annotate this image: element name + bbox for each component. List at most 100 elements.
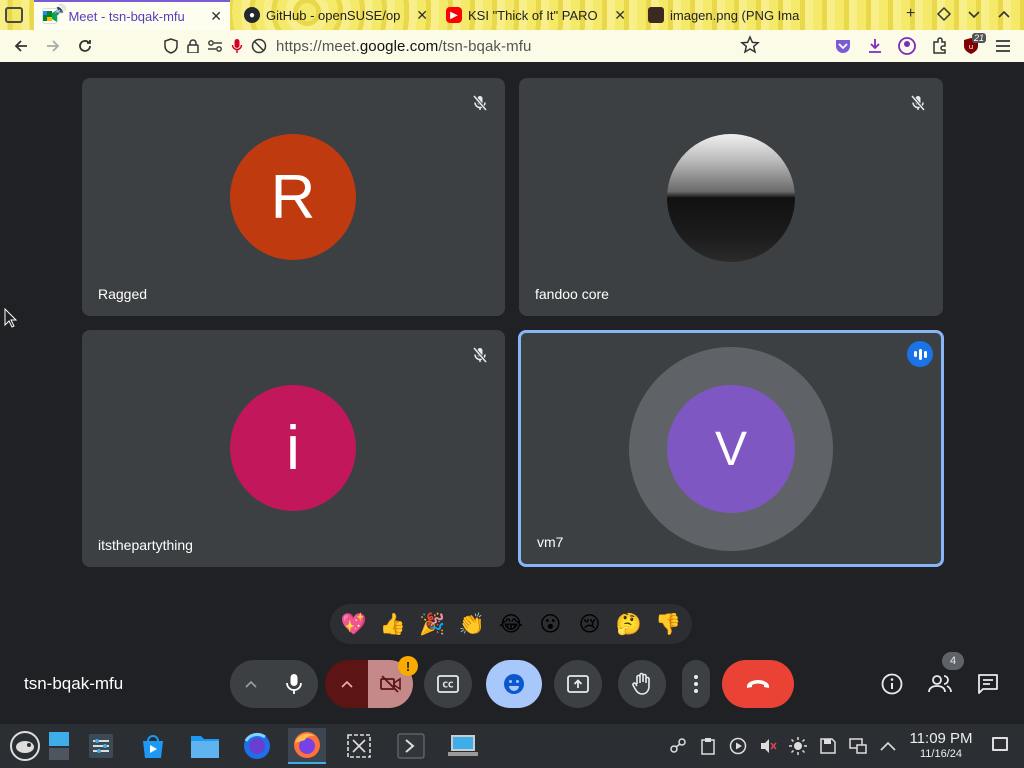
tab-title: GitHub - openSUSE/op — [266, 7, 401, 23]
captions-button[interactable]: CC — [424, 660, 472, 708]
tab-youtube[interactable]: ▶ KSI "Thick of It" PARO ✕ — [438, 0, 634, 30]
browser-tab-bar: 🔊 Meet - tsn-bqak-mfu ✕ ● GitHub - openS… — [0, 0, 1024, 30]
people-icon[interactable] — [926, 670, 954, 698]
microphone-button[interactable] — [271, 661, 317, 707]
maximize-window-icon[interactable] — [996, 6, 1012, 22]
tab-meet[interactable]: 🔊 Meet - tsn-bqak-mfu ✕ — [34, 0, 230, 30]
close-tab-icon[interactable]: ✕ — [210, 8, 222, 25]
tab-github[interactable]: ● GitHub - openSUSE/op ✕ — [236, 0, 436, 30]
more-options-button[interactable] — [682, 660, 710, 708]
camera-blocked-icon[interactable] — [250, 37, 268, 55]
minimize-window-icon[interactable] — [966, 6, 982, 22]
url-bar[interactable]: https://meet.google.com/tsn-bqak-mfu — [162, 33, 767, 59]
reaction-thinking[interactable]: 🤔 — [611, 606, 647, 642]
volume-muted-icon[interactable] — [758, 736, 778, 756]
participant-tile-fandoo-core[interactable]: fandoo core — [519, 78, 943, 316]
tab-title: KSI "Thick of It" PARO — [468, 7, 598, 23]
reaction-thumbs-up[interactable]: 👍 — [375, 606, 411, 642]
reaction-heart[interactable]: 💖 — [336, 606, 372, 642]
back-icon[interactable] — [6, 31, 36, 61]
extension-badge: 21 — [971, 33, 986, 43]
new-tab-icon[interactable]: + — [906, 6, 922, 22]
reactions-button[interactable] — [486, 660, 542, 708]
downloads-icon[interactable] — [862, 33, 888, 59]
reaction-laugh[interactable]: 😂 — [493, 606, 529, 642]
url-text[interactable]: https://meet.google.com/tsn-bqak-mfu — [276, 38, 531, 55]
clock-date: 11/16/24 — [919, 748, 962, 760]
media-player-icon[interactable] — [728, 736, 748, 756]
raise-hand-button[interactable] — [618, 660, 666, 708]
audio-playing-icon[interactable]: 🔊 — [54, 5, 66, 16]
mouse-cursor-icon — [4, 307, 18, 333]
forward-icon[interactable] — [38, 31, 68, 61]
remote-desktop-icon[interactable] — [444, 728, 482, 764]
lock-icon[interactable] — [184, 37, 202, 55]
mic-muted-icon — [909, 94, 927, 112]
audio-options-chevron-icon[interactable] — [231, 660, 271, 708]
meeting-info-icon[interactable] — [878, 670, 906, 698]
clock[interactable]: 11:09 PM 11/16/24 — [898, 730, 984, 760]
pager-icon[interactable] — [44, 728, 74, 764]
network-icon[interactable] — [848, 736, 868, 756]
participant-avatar: R — [230, 134, 356, 260]
brightness-icon[interactable] — [788, 736, 808, 756]
tracking-shield-icon[interactable] — [162, 37, 180, 55]
tray-expand-icon[interactable] — [878, 736, 898, 756]
speaking-indicator-icon — [907, 341, 933, 367]
show-desktop-icon[interactable] — [992, 737, 1008, 751]
participant-name: itsthepartything — [98, 537, 193, 553]
close-tab-icon[interactable]: ✕ — [416, 7, 428, 24]
tab-image[interactable]: imagen.png (PNG Ima — [640, 0, 810, 30]
ublock-origin-icon[interactable]: u 21 — [958, 33, 986, 59]
clipboard-icon[interactable] — [698, 736, 718, 756]
mic-control-group — [230, 660, 318, 708]
system-settings-icon[interactable] — [82, 728, 120, 764]
kde-connect-icon[interactable] — [668, 736, 688, 756]
svg-text:CC: CC — [442, 681, 454, 690]
image-favicon-icon — [648, 7, 664, 23]
participant-tile-vm7[interactable]: V vm7 — [518, 330, 944, 567]
reaction-thumbs-down[interactable]: 👎 — [650, 606, 686, 642]
account-icon[interactable] — [894, 33, 920, 59]
screenshot-tool-icon[interactable] — [340, 728, 378, 764]
participant-avatar-photo — [667, 134, 795, 262]
reaction-clap[interactable]: 👏 — [454, 606, 490, 642]
firefox-developer-icon[interactable] — [238, 728, 276, 764]
diamond-icon[interactable] — [936, 6, 952, 22]
reaction-sad[interactable]: 😢 — [572, 606, 608, 642]
svg-text:u: u — [969, 43, 973, 51]
terminal-icon[interactable] — [392, 728, 430, 764]
microphone-active-icon[interactable] — [228, 37, 246, 55]
chat-icon[interactable] — [974, 670, 1002, 698]
camera-warning-icon[interactable]: ! — [398, 656, 418, 676]
github-favicon-icon: ● — [244, 7, 260, 23]
reactions-bar: 💖 👍 🎉 👏 😂 😮 😢 🤔 👎 — [330, 604, 692, 644]
participant-tile-ragged[interactable]: R Ragged — [82, 78, 505, 316]
save-disk-icon[interactable] — [818, 736, 838, 756]
close-tab-icon[interactable]: ✕ — [614, 7, 626, 24]
reaction-party[interactable]: 🎉 — [414, 606, 450, 642]
participant-tile-itsthepartything[interactable]: i itsthepartything — [82, 330, 505, 567]
clock-time: 11:09 PM — [909, 730, 973, 747]
leave-call-button[interactable] — [722, 660, 794, 708]
permissions-icon[interactable] — [206, 37, 224, 55]
video-options-chevron-icon[interactable] — [325, 660, 368, 708]
reload-icon[interactable] — [70, 31, 100, 61]
bookmark-star-icon[interactable] — [740, 35, 760, 60]
file-manager-icon[interactable] — [186, 728, 224, 764]
firefox-icon[interactable] — [288, 728, 326, 764]
opensuse-launcher-icon[interactable] — [6, 728, 44, 764]
software-store-icon[interactable] — [134, 728, 172, 764]
pocket-icon[interactable] — [830, 33, 856, 59]
participant-avatar: i — [230, 385, 356, 511]
menu-hamburger-icon[interactable] — [990, 33, 1016, 59]
meeting-code: tsn-bqak-mfu — [24, 674, 124, 693]
reaction-surprised[interactable]: 😮 — [532, 606, 568, 642]
browser-nav-bar: https://meet.google.com/tsn-bqak-mfu u 21 — [0, 30, 1024, 62]
system-tray — [668, 736, 898, 756]
people-count-badge: 4 — [942, 652, 964, 670]
tab-title: Meet - tsn-bqak-mfu — [68, 8, 185, 24]
tab-list-icon[interactable] — [5, 7, 23, 23]
present-screen-button[interactable] — [554, 660, 602, 708]
extensions-icon[interactable] — [926, 33, 952, 59]
